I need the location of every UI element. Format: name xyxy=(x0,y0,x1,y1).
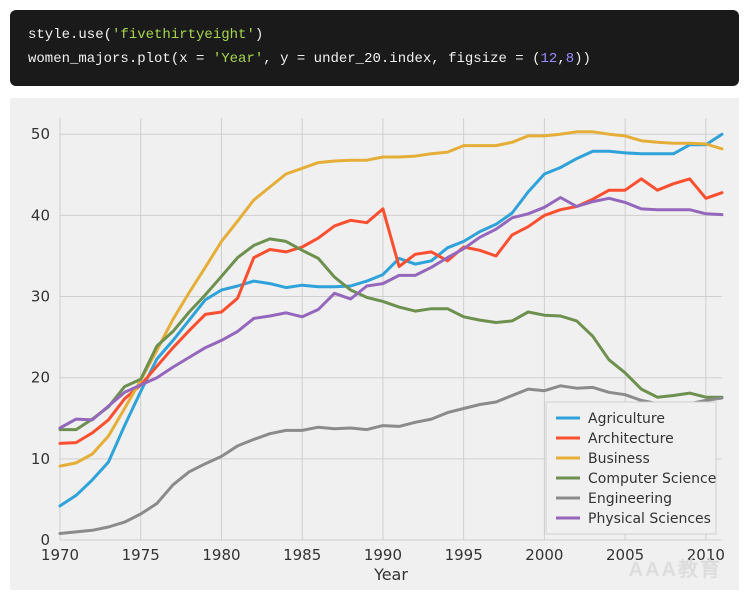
x-tick-label: 1980 xyxy=(202,546,240,564)
legend-label: Computer Science xyxy=(588,471,716,487)
x-tick-label: 1975 xyxy=(122,546,160,564)
legend-label: Physical Sciences xyxy=(588,511,711,527)
watermark: AAA教育 xyxy=(629,557,722,581)
chart-container: 1970197519801985199019952000200520100102… xyxy=(10,98,739,590)
code-string: 'Year' xyxy=(213,51,263,67)
legend-label: Business xyxy=(588,451,650,467)
legend-label: Engineering xyxy=(588,491,672,507)
code-block: style.use('fivethirtyeight') women_major… xyxy=(10,10,739,86)
y-tick-label: 0 xyxy=(40,531,50,549)
x-tick-label: 1985 xyxy=(283,546,321,564)
code-text: style.use( xyxy=(28,27,112,43)
code-number: 8 xyxy=(566,51,574,67)
y-tick-label: 40 xyxy=(31,206,50,224)
legend-label: Architecture xyxy=(588,431,674,447)
code-number: 12 xyxy=(541,51,558,67)
code-text: )) xyxy=(574,51,591,67)
code-text: , y = under_20.index, figsize = ( xyxy=(263,51,540,67)
x-tick-label: 2000 xyxy=(525,546,563,564)
x-tick-label: 1995 xyxy=(445,546,483,564)
line-chart: 1970197519801985199019952000200520100102… xyxy=(14,106,734,586)
code-text: ) xyxy=(255,27,263,43)
y-tick-label: 20 xyxy=(31,368,50,386)
y-tick-label: 10 xyxy=(31,449,50,467)
y-tick-label: 50 xyxy=(31,125,50,143)
code-string: 'fivethirtyeight' xyxy=(112,27,255,43)
legend-label: Agriculture xyxy=(588,411,665,427)
code-text: women_majors.plot(x = xyxy=(28,51,213,67)
code-text: , xyxy=(557,51,565,67)
x-tick-label: 1990 xyxy=(364,546,402,564)
x-axis-label: Year xyxy=(373,565,408,584)
y-tick-label: 30 xyxy=(31,287,50,305)
